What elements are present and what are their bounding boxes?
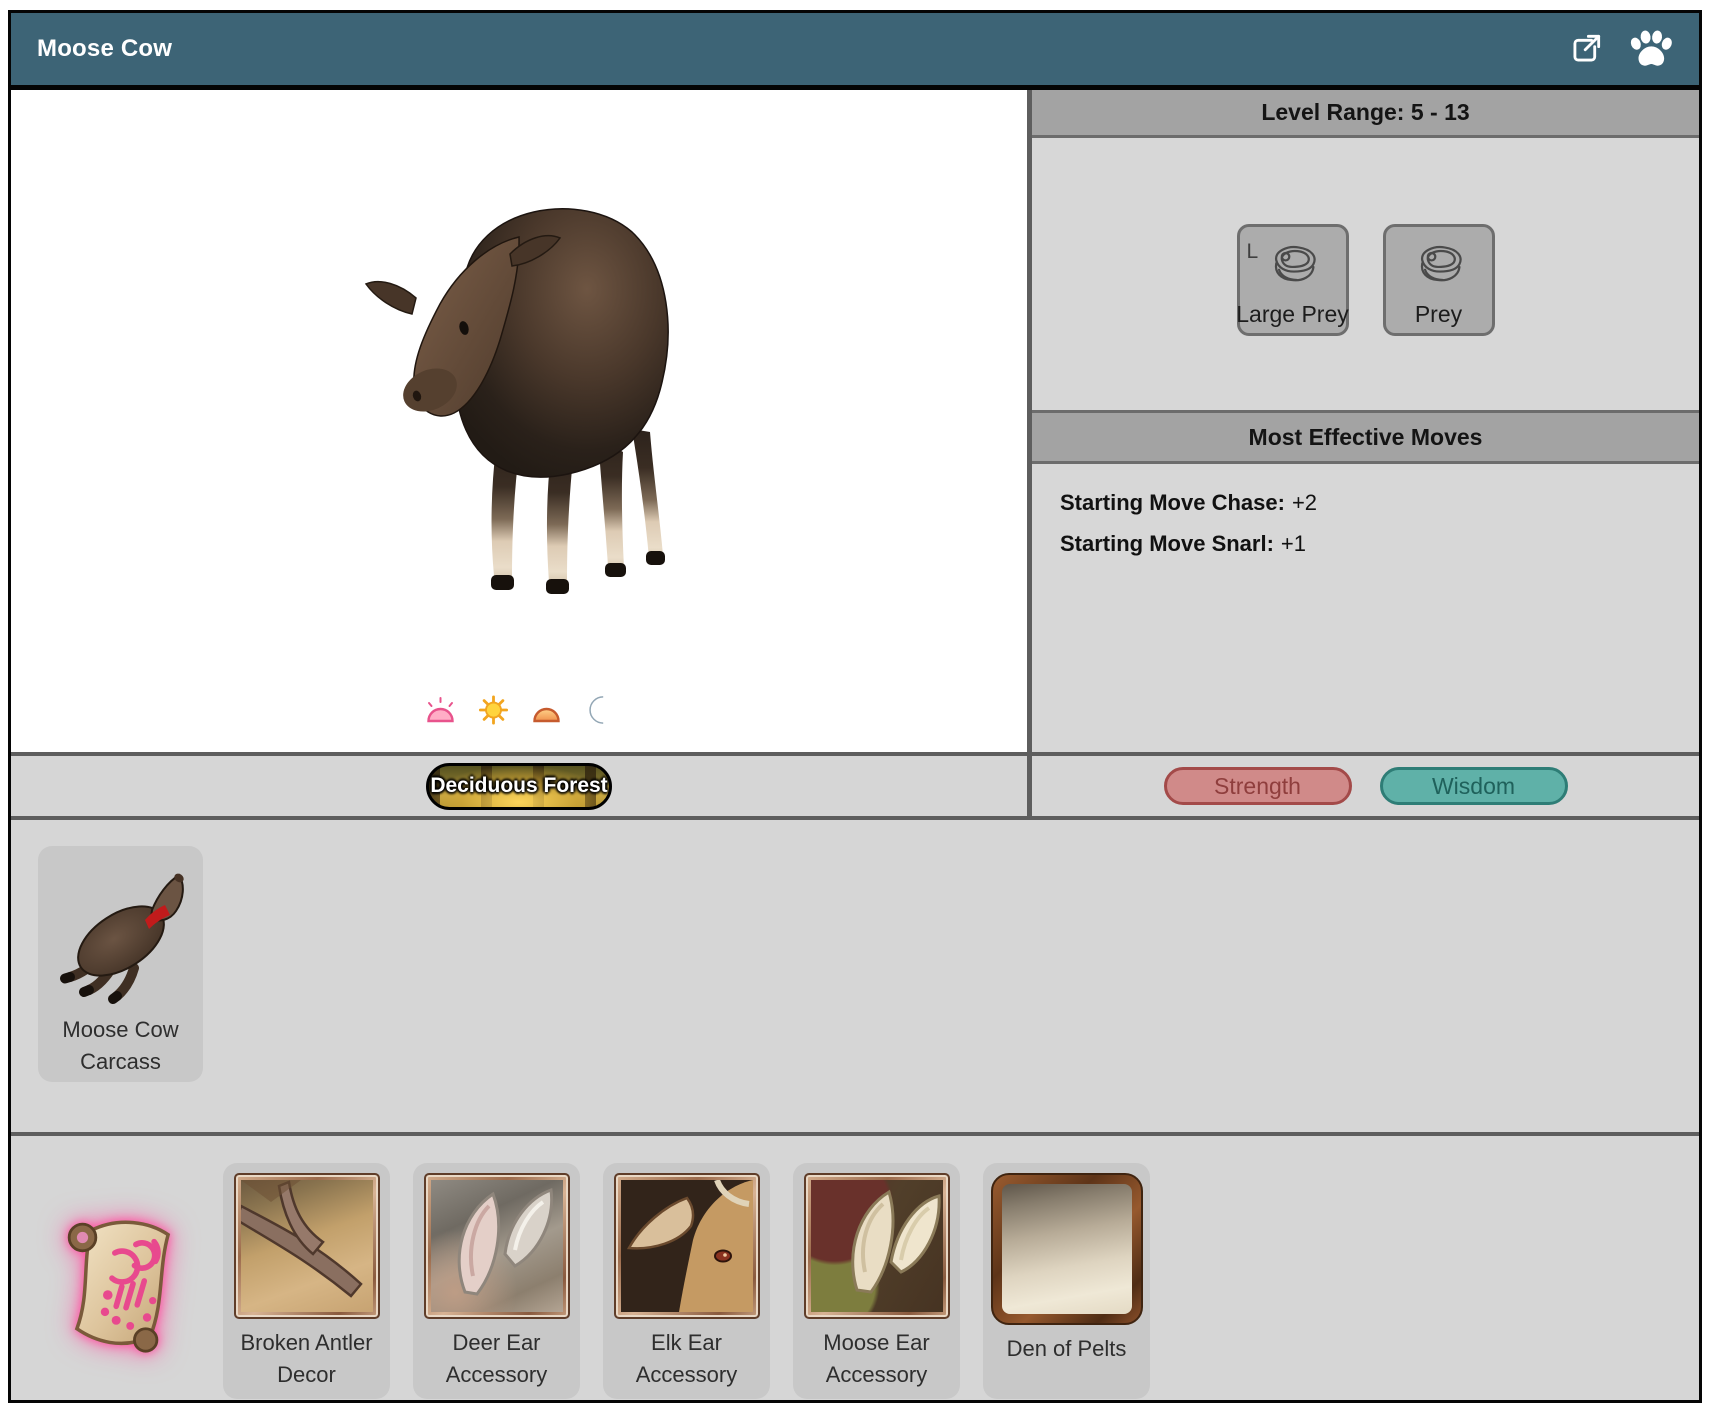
item-card-elk-ear-accessory[interactable]: Elk Ear Accessory bbox=[603, 1163, 770, 1399]
steak-icon bbox=[1408, 240, 1470, 297]
large-prey-tag: L bbox=[1247, 240, 1259, 264]
prey-label: Large Prey bbox=[1236, 301, 1349, 328]
item-label: Den of Pelts bbox=[992, 1333, 1142, 1365]
move-value: +1 bbox=[1281, 531, 1306, 556]
move-label: Starting Move Chase: bbox=[1060, 490, 1285, 515]
recipe-scroll-icon[interactable] bbox=[48, 1208, 190, 1354]
deer-ear-image bbox=[431, 1180, 563, 1312]
item-card-den-of-pelts[interactable]: Den of Pelts bbox=[983, 1163, 1150, 1399]
night-icon bbox=[584, 695, 614, 725]
header-actions bbox=[1567, 28, 1673, 70]
move-value: +2 bbox=[1292, 490, 1317, 515]
level-range-header: Level Range: 5 - 13 bbox=[1032, 90, 1699, 138]
page-title: Moose Cow bbox=[37, 35, 1567, 63]
creature-window: Moose Cow bbox=[8, 10, 1702, 1403]
strength-button[interactable]: Strength bbox=[1164, 767, 1352, 805]
sunrise-icon bbox=[425, 695, 457, 725]
carcass-card[interactable]: Moose Cow Carcass bbox=[38, 846, 203, 1082]
item-image-frame bbox=[804, 1173, 950, 1319]
den-of-pelts-image bbox=[1002, 1184, 1132, 1314]
elk-ear-image bbox=[621, 1180, 753, 1312]
crafting-items: Broken Antler Decor Deer Ear Accessory bbox=[223, 1163, 1150, 1399]
external-link-icon[interactable] bbox=[1567, 30, 1605, 68]
carcass-image bbox=[46, 856, 196, 1006]
item-image-frame bbox=[234, 1173, 380, 1319]
prey-label: Prey bbox=[1415, 301, 1462, 328]
broken-antler-image bbox=[241, 1180, 373, 1312]
creature-panel bbox=[11, 90, 1027, 752]
moose-ear-image bbox=[811, 1180, 943, 1312]
prey-buttons: L Large Prey bbox=[1237, 224, 1495, 336]
drops-section: Moose Cow Carcass bbox=[11, 820, 1699, 1136]
item-label: Deer Ear Accessory bbox=[422, 1327, 572, 1391]
stats-panel: Level Range: 5 - 13 L bbox=[1032, 90, 1699, 752]
paw-icon[interactable] bbox=[1627, 28, 1673, 70]
habitat-row: Deciduous Forest Strength Wisdom bbox=[11, 756, 1699, 820]
moves-list: Starting Move Chase: +2 Starting Move Sna… bbox=[1032, 464, 1699, 752]
title-bar: Moose Cow bbox=[11, 13, 1699, 90]
prey-section: L Large Prey bbox=[1032, 138, 1699, 410]
steak-icon: L bbox=[1262, 240, 1324, 297]
item-label: Moose Ear Accessory bbox=[802, 1327, 952, 1391]
carcass-label: Moose Cow Carcass bbox=[46, 1014, 196, 1078]
page: Moose Cow bbox=[0, 0, 1717, 1411]
move-label: Starting Move Snarl: bbox=[1060, 531, 1274, 556]
move-row: Starting Move Chase: +2 bbox=[1060, 490, 1689, 516]
item-label: Elk Ear Accessory bbox=[612, 1327, 762, 1391]
item-image-frame bbox=[614, 1173, 760, 1319]
moose-illustration bbox=[344, 132, 699, 610]
wisdom-button[interactable]: Wisdom bbox=[1380, 767, 1568, 805]
day-icon bbox=[478, 695, 510, 725]
biome-badge[interactable]: Deciduous Forest bbox=[426, 763, 612, 810]
biome-cell: Deciduous Forest bbox=[11, 756, 1027, 816]
moves-header: Most Effective Moves bbox=[1032, 410, 1699, 464]
prey-button[interactable]: Prey bbox=[1383, 224, 1495, 336]
skills-cell: Strength Wisdom bbox=[1032, 756, 1699, 816]
crafting-section: Broken Antler Decor Deer Ear Accessory bbox=[11, 1136, 1699, 1400]
den-image-frame bbox=[991, 1173, 1143, 1325]
sunset-icon bbox=[531, 695, 563, 725]
time-of-day-row bbox=[425, 695, 614, 725]
item-card-broken-antler-decor[interactable]: Broken Antler Decor bbox=[223, 1163, 390, 1399]
biome-label: Deciduous Forest bbox=[430, 774, 607, 798]
item-card-moose-ear-accessory[interactable]: Moose Ear Accessory bbox=[793, 1163, 960, 1399]
move-row: Starting Move Snarl: +1 bbox=[1060, 531, 1689, 557]
item-image-frame bbox=[424, 1173, 570, 1319]
large-prey-button[interactable]: L Large Prey bbox=[1237, 224, 1349, 336]
main-row: Level Range: 5 - 13 L bbox=[11, 90, 1699, 756]
item-card-deer-ear-accessory[interactable]: Deer Ear Accessory bbox=[413, 1163, 580, 1399]
item-label: Broken Antler Decor bbox=[232, 1327, 382, 1391]
